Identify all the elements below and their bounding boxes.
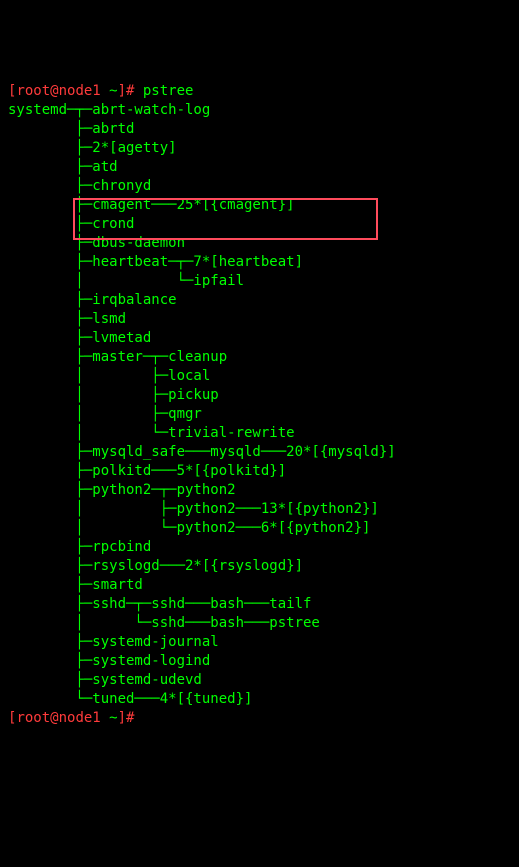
tree-line: ├─rpcbind: [8, 539, 151, 555]
tree-line: ├─chronyd: [8, 178, 151, 194]
tree-line: ├─dbus-daemon: [8, 235, 185, 251]
tree-line: ├─abrtd: [8, 121, 134, 137]
tree-line-ipfail: │ └─ipfail: [8, 273, 244, 289]
prompt-path: ~: [101, 83, 118, 99]
tree-line: ├─atd: [8, 159, 118, 175]
tree-line: ├─2*[agetty]: [8, 140, 177, 156]
tree-line: │ └─trivial-rewrite: [8, 425, 295, 441]
tree-line: ├─rsyslogd───2*[{rsyslogd}]: [8, 558, 303, 574]
tree-line: │ ├─pickup: [8, 387, 219, 403]
tree-line: ├─lsmd: [8, 311, 126, 327]
tree-line: ├─python2─┬─python2: [8, 482, 236, 498]
command-input-empty[interactable]: [134, 710, 142, 726]
tree-line: └─tuned───4*[{tuned}]: [8, 691, 252, 707]
tree-line: ├─irqbalance: [8, 292, 177, 308]
tree-line: ├─mysqld_safe───mysqld───20*[{mysqld}]: [8, 444, 396, 460]
tree-line: ├─master─┬─cleanup: [8, 349, 227, 365]
terminal-output: [root@node1 ~]# pstree systemd─┬─abrt-wa…: [8, 82, 511, 728]
tree-line: │ ├─local: [8, 368, 210, 384]
tree-line: │ ├─python2───13*[{python2}]: [8, 501, 379, 517]
tree-line: systemd─┬─abrt-watch-log: [8, 102, 210, 118]
tree-line: ├─systemd-journal: [8, 634, 219, 650]
prompt-user-host: root@node1: [16, 710, 100, 726]
tree-line: ├─smartd: [8, 577, 143, 593]
tree-line: ├─polkitd───5*[{polkitd}]: [8, 463, 286, 479]
tree-line: ├─cmagent───25*[{cmagent}]: [8, 197, 295, 213]
command-text[interactable]: pstree: [134, 83, 193, 99]
tree-line: │ └─python2───6*[{python2}]: [8, 520, 370, 536]
tree-line: │ └─sshd───bash───pstree: [8, 615, 320, 631]
tree-line: ├─systemd-udevd: [8, 672, 202, 688]
prompt-path: ~: [101, 710, 118, 726]
tree-line: │ ├─qmgr: [8, 406, 202, 422]
tree-line: ├─lvmetad: [8, 330, 151, 346]
prompt-bracket-close: ]#: [118, 83, 135, 99]
tree-line: ├─systemd-logind: [8, 653, 210, 669]
tree-line-heartbeat: ├─heartbeat─┬─7*[heartbeat]: [8, 254, 303, 270]
prompt-user-host: root@node1: [16, 83, 100, 99]
prompt-bracket-close: ]#: [118, 710, 135, 726]
tree-line: ├─sshd─┬─sshd───bash───tailf: [8, 596, 311, 612]
tree-line: ├─crond: [8, 216, 134, 232]
